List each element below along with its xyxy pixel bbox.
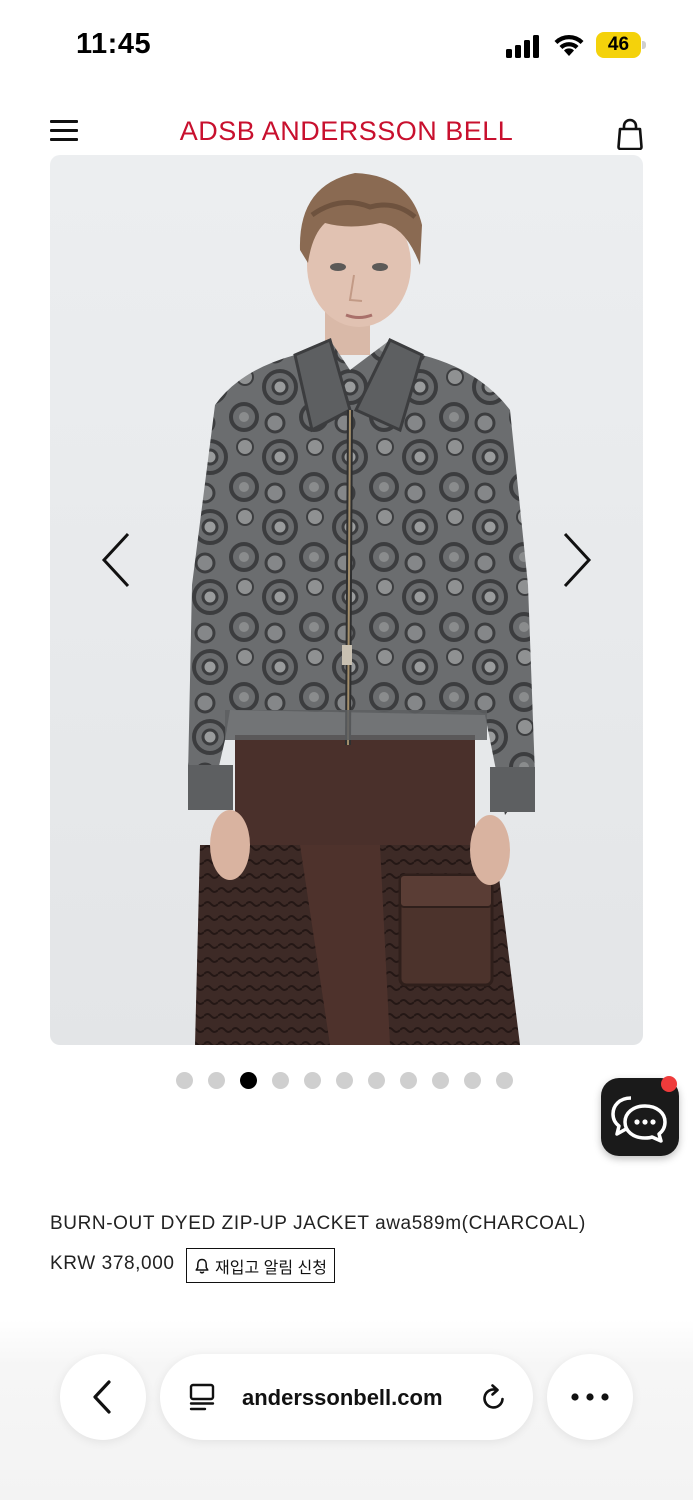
pager-dot[interactable] — [400, 1072, 417, 1089]
more-dots-icon — [571, 1393, 609, 1401]
address-bar-url[interactable]: anderssonbell.com — [242, 1385, 443, 1411]
product-image[interactable] — [50, 155, 643, 1045]
pager-dot[interactable] — [176, 1072, 193, 1089]
pager-dot[interactable] — [208, 1072, 225, 1089]
pager-dot[interactable] — [432, 1072, 449, 1089]
product-photo — [188, 173, 535, 1045]
pager-dot[interactable] — [304, 1072, 321, 1089]
shopping-bag-icon[interactable] — [616, 118, 644, 150]
battery-icon: 46 — [596, 32, 646, 58]
status-bar: 11:45 46 — [0, 0, 693, 90]
pager-dot[interactable] — [272, 1072, 289, 1089]
pager-dot[interactable] — [368, 1072, 385, 1089]
chevron-left-icon[interactable] — [98, 530, 138, 590]
wifi-icon — [554, 34, 584, 56]
pager-dot[interactable] — [336, 1072, 353, 1089]
cellular-signal-icon — [506, 34, 542, 58]
pager-dot[interactable] — [496, 1072, 513, 1089]
browser-back-button[interactable] — [60, 1354, 146, 1440]
brand-logo[interactable]: ADSB ANDERSSON BELL — [0, 116, 693, 147]
page-menu-icon — [189, 1383, 215, 1411]
reload-icon[interactable] — [478, 1382, 510, 1414]
status-time: 11:45 — [76, 28, 152, 60]
restock-alert-button[interactable]: 재입고 알림 신청 — [186, 1248, 335, 1283]
product-page: 11:45 46 ADSB ANDERSSON BELL BURN-OUT DY… — [0, 0, 693, 1500]
restock-alert-label: 재입고 알림 신청 — [215, 1259, 327, 1277]
product-price: KRW 378,000 — [50, 1253, 175, 1274]
chat-notification-badge — [661, 1076, 677, 1092]
bell-icon — [195, 1258, 209, 1274]
site-header: ADSB ANDERSSON BELL — [0, 100, 693, 160]
pager-dot[interactable] — [464, 1072, 481, 1089]
pager-dot-active[interactable] — [240, 1072, 257, 1089]
chevron-left-icon — [93, 1380, 111, 1414]
product-name: BURN-OUT DYED ZIP-UP JACKET awa589m(CHAR… — [50, 1213, 586, 1234]
browser-more-button[interactable] — [547, 1354, 633, 1440]
chevron-right-icon[interactable] — [555, 530, 595, 590]
battery-level: 46 — [607, 34, 630, 55]
